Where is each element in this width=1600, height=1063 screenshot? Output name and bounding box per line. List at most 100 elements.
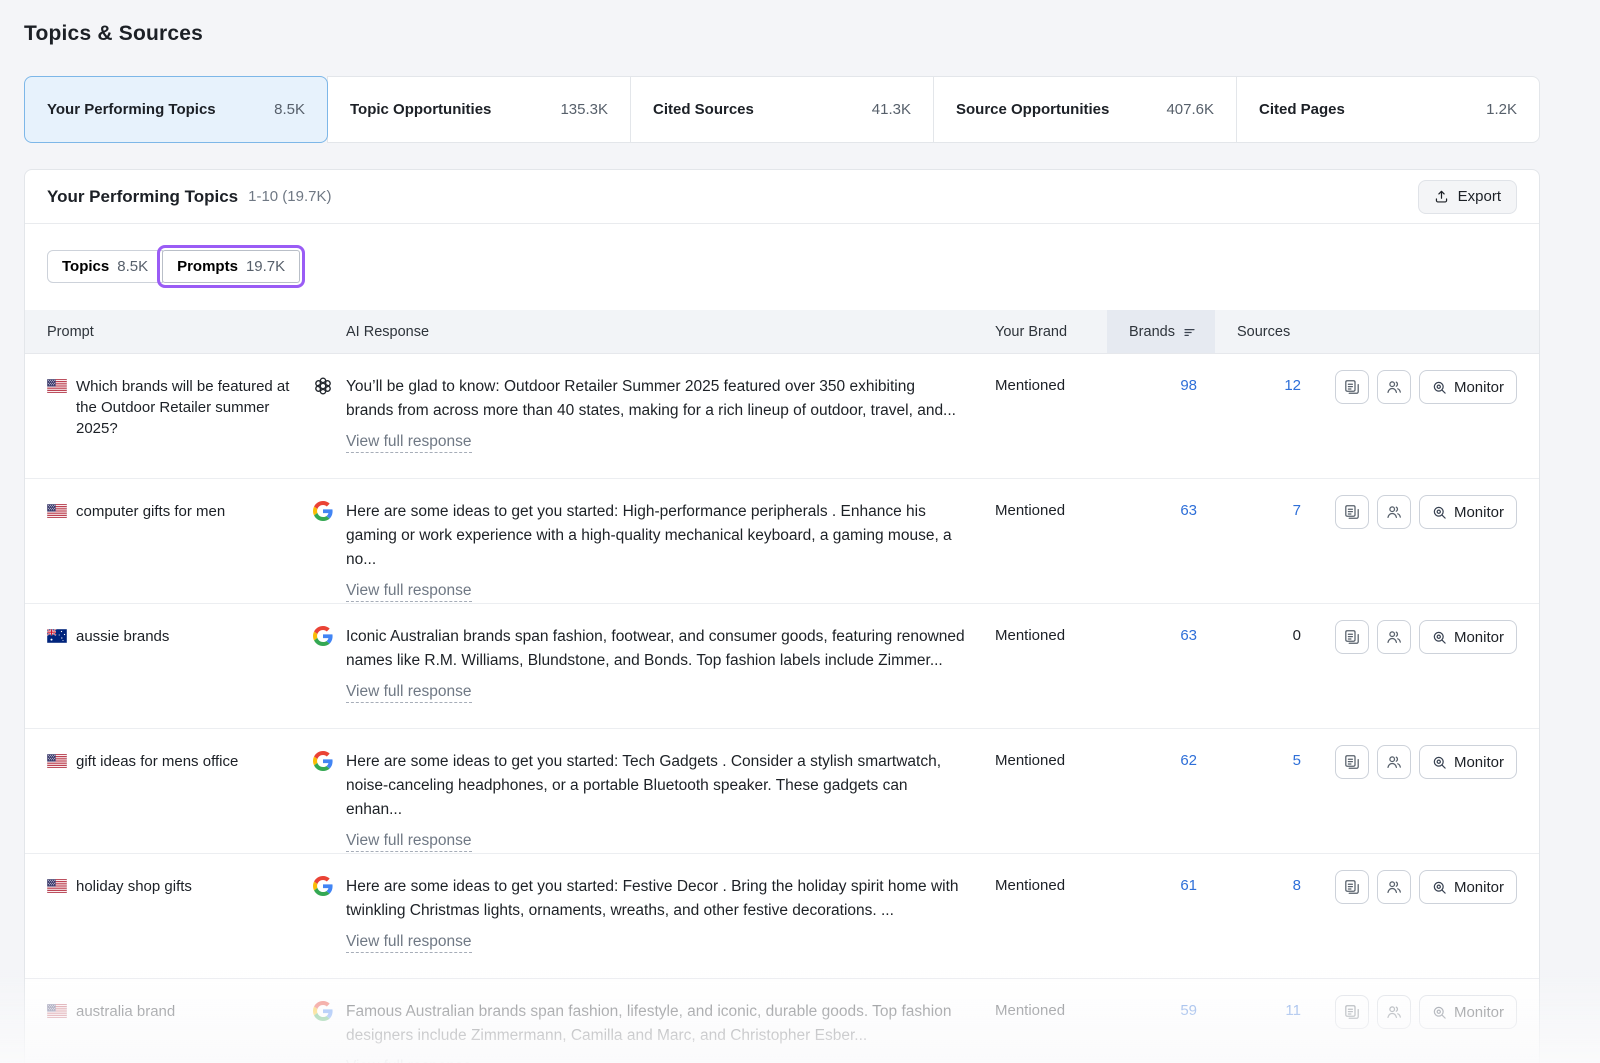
column-header-prompt: Prompt <box>25 310 313 353</box>
tab-count: 1.2K <box>1486 101 1517 118</box>
sources-count: 0 <box>1293 627 1301 644</box>
sort-descending-icon <box>1183 326 1196 339</box>
monitor-label: Monitor <box>1454 629 1504 646</box>
your-brand-status: Mentioned <box>995 627 1065 644</box>
google-icon <box>313 1001 333 1021</box>
us-flag-icon <box>47 504 67 518</box>
us-flag-icon <box>47 1004 67 1018</box>
us-flag-icon <box>47 379 67 393</box>
tab-label: Your Performing Topics <box>47 101 216 118</box>
view-full-response-link[interactable]: View full response <box>346 1058 472 1063</box>
tab-your-performing-topics[interactable]: Your Performing Topics 8.5K <box>24 76 328 143</box>
prompt-text: australia brand <box>76 1001 175 1022</box>
brands-count-link[interactable]: 61 <box>1180 877 1197 894</box>
view-brands-button[interactable] <box>1377 870 1411 904</box>
page-title: Topics & Sources <box>24 22 1600 46</box>
monitor-label: Monitor <box>1454 879 1504 896</box>
tab-count: 135.3K <box>560 101 608 118</box>
ai-response-text: You’ll be glad to know: Outdoor Retailer… <box>346 375 965 423</box>
sources-count-link[interactable]: 11 <box>1285 1002 1301 1019</box>
copy-response-icon <box>1344 629 1360 645</box>
prompt-text: gift ideas for mens office <box>76 751 238 772</box>
panel-header: Your Performing Topics 1-10 (19.7K) Expo… <box>25 170 1539 224</box>
sources-count-link[interactable]: 5 <box>1293 752 1301 769</box>
topics-toggle-label: Topics <box>62 258 109 275</box>
people-icon <box>1386 379 1402 395</box>
prompt-text: Which brands will be featured at the Out… <box>76 376 295 439</box>
table-row: holiday shop gifts Here are some ideas t… <box>25 854 1539 979</box>
copy-response-button[interactable] <box>1335 995 1369 1029</box>
view-full-response-link[interactable]: View full response <box>346 582 472 602</box>
copy-response-button[interactable] <box>1335 745 1369 779</box>
view-full-response-link[interactable]: View full response <box>346 832 472 852</box>
ai-response-text: Here are some ideas to get you started: … <box>346 875 965 923</box>
monitor-button[interactable]: Monitor <box>1419 370 1517 404</box>
copy-response-button[interactable] <box>1335 620 1369 654</box>
tab-count: 8.5K <box>274 101 305 118</box>
sources-count-link[interactable]: 8 <box>1293 877 1301 894</box>
column-header-ai-response: AI Response <box>313 310 973 353</box>
brands-count-link[interactable]: 62 <box>1180 752 1197 769</box>
copy-response-button[interactable] <box>1335 870 1369 904</box>
tab-label: Cited Sources <box>653 101 754 118</box>
tab-cited-sources[interactable]: Cited Sources 41.3K <box>630 76 934 143</box>
view-brands-button[interactable] <box>1377 370 1411 404</box>
tab-label: Topic Opportunities <box>350 101 491 118</box>
people-icon <box>1386 504 1402 520</box>
your-brand-status: Mentioned <box>995 877 1065 894</box>
table-row: gift ideas for mens office Here are some… <box>25 729 1539 854</box>
prompt-text: holiday shop gifts <box>76 876 192 897</box>
view-full-response-link[interactable]: View full response <box>346 933 472 953</box>
export-button[interactable]: Export <box>1418 180 1517 214</box>
prompts-toggle-count: 19.7K <box>246 258 285 275</box>
panel-range: 1-10 (19.7K) <box>248 188 331 205</box>
tab-label: Cited Pages <box>1259 101 1345 118</box>
monitor-button[interactable]: Monitor <box>1419 620 1517 654</box>
copy-response-button[interactable] <box>1335 495 1369 529</box>
column-header-your-brand: Your Brand <box>973 310 1107 353</box>
column-header-brands[interactable]: Brands <box>1107 310 1215 353</box>
copy-response-button[interactable] <box>1335 370 1369 404</box>
monitor-magnifier-icon <box>1432 630 1447 645</box>
copy-response-icon <box>1344 1004 1360 1020</box>
brands-count-link[interactable]: 59 <box>1180 1002 1197 1019</box>
view-full-response-link[interactable]: View full response <box>346 433 472 453</box>
openai-icon <box>313 376 333 396</box>
brands-count-link[interactable]: 98 <box>1180 377 1197 394</box>
brands-count-link[interactable]: 63 <box>1180 502 1197 519</box>
monitor-label: Monitor <box>1454 754 1504 771</box>
tab-count: 41.3K <box>872 101 911 118</box>
brands-count-link[interactable]: 63 <box>1180 627 1197 644</box>
view-full-response-link[interactable]: View full response <box>346 683 472 703</box>
ai-response-text: Famous Australian brands span fashion, l… <box>346 1000 965 1048</box>
monitor-button[interactable]: Monitor <box>1419 995 1517 1029</box>
table-row: aussie brands Iconic Australian brands s… <box>25 604 1539 729</box>
view-brands-button[interactable] <box>1377 495 1411 529</box>
topics-toggle-button[interactable]: Topics 8.5K <box>47 250 163 283</box>
view-brands-button[interactable] <box>1377 620 1411 654</box>
sources-count-link[interactable]: 7 <box>1293 502 1301 519</box>
export-label: Export <box>1458 188 1501 205</box>
us-flag-icon <box>47 879 67 893</box>
prompts-toggle-button[interactable]: Prompts 19.7K <box>162 250 300 283</box>
your-brand-status: Mentioned <box>995 502 1065 519</box>
monitor-button[interactable]: Monitor <box>1419 745 1517 779</box>
your-brand-status: Mentioned <box>995 1002 1065 1019</box>
view-brands-button[interactable] <box>1377 995 1411 1029</box>
monitor-magnifier-icon <box>1432 380 1447 395</box>
ai-response-text: Here are some ideas to get you started: … <box>346 500 965 572</box>
people-icon <box>1386 754 1402 770</box>
monitor-label: Monitor <box>1454 504 1504 521</box>
tab-cited-pages[interactable]: Cited Pages 1.2K <box>1236 76 1540 143</box>
monitor-button[interactable]: Monitor <box>1419 495 1517 529</box>
tab-topic-opportunities[interactable]: Topic Opportunities 135.3K <box>327 76 631 143</box>
tab-source-opportunities[interactable]: Source Opportunities 407.6K <box>933 76 1237 143</box>
table-header: Prompt AI Response Your Brand Brands Sou… <box>25 310 1539 354</box>
prompt-text: computer gifts for men <box>76 501 225 522</box>
annotation-highlight: Prompts 19.7K <box>157 245 305 288</box>
sources-count-link[interactable]: 12 <box>1284 377 1301 394</box>
view-brands-button[interactable] <box>1377 745 1411 779</box>
monitor-button[interactable]: Monitor <box>1419 870 1517 904</box>
prompts-toggle-label: Prompts <box>177 258 238 275</box>
google-icon <box>313 751 333 771</box>
